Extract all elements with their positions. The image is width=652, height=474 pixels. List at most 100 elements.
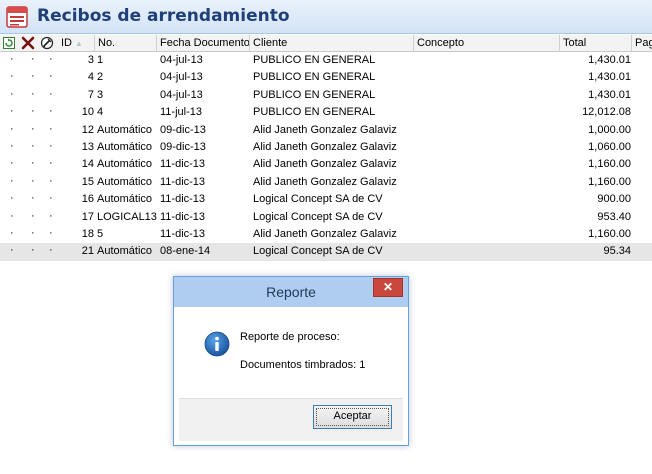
row-marker: · [10, 140, 14, 152]
cell-concepto [417, 87, 560, 104]
row-marker: · [49, 244, 53, 257]
cell-concepto [417, 209, 560, 226]
cell-id: 17 [81, 210, 94, 223]
cell-concepto [417, 139, 560, 156]
column-header-concepto[interactable]: Concepto [414, 35, 560, 52]
cell-id: 7 [87, 88, 94, 101]
cell-fecha: 04-jul-13 [160, 88, 203, 101]
row-marker: · [49, 209, 53, 222]
row-marker: · [10, 105, 14, 118]
row-marker: · [31, 244, 35, 257]
cell-cliente: PUBLICO EN GENERAL [253, 88, 376, 101]
window-titlebar: Recibos de arrendamiento [0, 0, 652, 34]
dialog-message-line2: Documentos timbrados: 1 [240, 359, 366, 371]
table-row[interactable]: · · · 14 Automático 11-dic-13 Alid Janet… [0, 156, 652, 173]
cell-total: 1,430.01 [588, 71, 631, 84]
window-title: Recibos de arrendamiento [37, 6, 290, 26]
table-row[interactable]: · · · 12 Automático 09-dic-13 Alid Janet… [0, 122, 652, 139]
cell-concepto [417, 174, 560, 191]
cell-total: 900.00 [597, 193, 631, 206]
cell-fecha: 11-dic-13 [160, 228, 206, 240]
column-header-pag[interactable]: Pag [632, 35, 652, 52]
column-header-no[interactable]: No. [95, 35, 157, 52]
row-marker: · [49, 174, 53, 187]
table-row[interactable]: · · · 7 3 04-jul-13 PUBLICO EN GENERAL 1… [0, 87, 652, 104]
cell-no: Automático [97, 141, 153, 153]
cell-total: 1,430.01 [588, 54, 631, 66]
cell-concepto [417, 226, 560, 243]
cell-cliente: Alid Janeth Gonzalez Galaviz [253, 228, 397, 240]
cell-fecha: 09-dic-13 [160, 123, 206, 136]
row-marker: · [49, 87, 53, 100]
table-row[interactable]: · · · 17 LOGICAL134 11-dic-13 Logical Co… [0, 209, 652, 226]
cell-cliente: Alid Janeth Gonzalez Galaviz [253, 123, 397, 136]
row-marker: · [31, 53, 35, 65]
cell-cliente: Alid Janeth Gonzalez Galaviz [253, 175, 397, 188]
column-header-total[interactable]: Total [560, 35, 632, 52]
row-marker: · [31, 105, 35, 118]
cell-cliente: PUBLICO EN GENERAL [253, 71, 376, 84]
cell-no: 4 [97, 106, 104, 119]
cell-concepto [417, 104, 560, 121]
close-icon: ✕ [382, 280, 394, 294]
row-marker: · [10, 70, 14, 83]
cell-no: Automático [97, 175, 153, 188]
row-marker: · [10, 192, 14, 205]
cell-total: 1,430.01 [588, 88, 631, 101]
cell-total: 95.34 [603, 245, 631, 258]
info-icon [204, 331, 230, 357]
cell-fecha: 11-dic-13 [160, 175, 206, 188]
sign-icon[interactable] [40, 36, 54, 50]
row-marker: · [31, 122, 35, 135]
delete-icon[interactable] [21, 36, 35, 50]
cell-no: Automático [97, 193, 153, 206]
cell-no: LOGICAL134 [97, 210, 157, 223]
row-marker: · [49, 192, 53, 205]
cell-no: 3 [97, 88, 104, 101]
row-marker: · [49, 70, 53, 83]
column-header-fecha[interactable]: Fecha Documento [157, 35, 250, 52]
cell-id: 21 [81, 245, 94, 258]
grid-header: ID ▲ No. Fecha Documento Cliente Concepto… [0, 35, 652, 52]
row-marker: · [31, 140, 35, 152]
table-row[interactable]: · · · 4 2 04-jul-13 PUBLICO EN GENERAL 1… [0, 69, 652, 86]
cell-concepto [417, 191, 560, 208]
row-marker: · [31, 157, 35, 170]
cell-no: 5 [97, 228, 104, 240]
cell-total: 953.40 [597, 210, 631, 223]
column-header-id[interactable]: ID ▲ [58, 35, 95, 52]
cell-total: 1,160.00 [588, 175, 631, 188]
cell-concepto [417, 122, 560, 139]
cell-id: 18 [81, 228, 94, 240]
table-row[interactable]: · · · 13 Automático 09-dic-13 Alid Janet… [0, 139, 652, 156]
table-row[interactable]: · · · 15 Automático 11-dic-13 Alid Janet… [0, 174, 652, 191]
accept-button-label: Aceptar [333, 410, 372, 422]
cell-no: Automático [97, 158, 153, 171]
cell-cliente: PUBLICO EN GENERAL [253, 106, 376, 119]
accept-button[interactable]: Aceptar [313, 405, 392, 429]
cell-total: 12,012.08 [582, 106, 631, 119]
row-marker: · [10, 209, 14, 222]
table-row[interactable]: · · · 16 Automático 11-dic-13 Logical Co… [0, 191, 652, 208]
sort-ascending-icon: ▲ [75, 39, 83, 48]
row-marker: · [49, 140, 53, 152]
table-row[interactable]: · · · 3 1 04-jul-13 PUBLICO EN GENERAL 1… [0, 52, 652, 69]
table-row[interactable]: · · · 18 5 11-dic-13 Alid Janeth Gonzale… [0, 226, 652, 243]
row-marker: · [10, 53, 14, 65]
refresh-icon[interactable] [2, 36, 16, 50]
cell-fecha: 11-dic-13 [160, 158, 206, 171]
row-marker: · [10, 174, 14, 187]
column-header-cliente[interactable]: Cliente [250, 35, 414, 52]
close-button[interactable]: ✕ [373, 278, 403, 297]
row-marker: · [31, 209, 35, 222]
cell-fecha: 08-ene-14 [160, 245, 211, 258]
cell-total: 1,160.00 [588, 158, 631, 171]
cell-fecha: 11-jul-13 [160, 106, 202, 119]
row-marker: · [49, 53, 53, 65]
table-row[interactable]: · · · 10 4 11-jul-13 PUBLICO EN GENERAL … [0, 104, 652, 121]
cell-fecha: 04-jul-13 [160, 71, 203, 84]
cell-id: 15 [81, 175, 94, 188]
report-dialog: Reporte ✕ Reporte de proceso: Documentos… [173, 276, 409, 446]
row-marker: · [10, 244, 14, 257]
table-row-selected[interactable]: · · · 21 Automático 08-ene-14 Logical Co… [0, 243, 652, 261]
